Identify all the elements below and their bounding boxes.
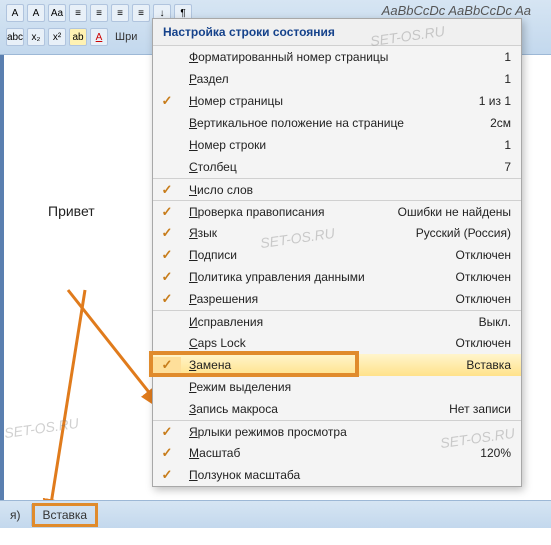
menu-item-label: Номер строки bbox=[181, 138, 504, 152]
checkmark-icon: ✓ bbox=[153, 93, 181, 109]
menu-item-value: 7 bbox=[504, 160, 521, 174]
checkmark-icon: ✓ bbox=[153, 225, 181, 241]
menu-item[interactable]: Форматированный номер страницы1 bbox=[153, 46, 521, 68]
grow-font-icon[interactable]: A bbox=[6, 4, 24, 22]
menu-item-label: Режим выделения bbox=[181, 380, 511, 394]
menu-item[interactable]: ✓ПодписиОтключен bbox=[153, 244, 521, 266]
menu-item-label: Разрешения bbox=[181, 292, 455, 306]
menu-item-value: Ошибки не найдены bbox=[398, 205, 521, 219]
menu-item-label: Вертикальное положение на странице bbox=[181, 116, 490, 130]
menu-item[interactable]: Столбец7 bbox=[153, 156, 521, 178]
document-text: Привет bbox=[48, 203, 95, 219]
checkmark-icon: ✓ bbox=[153, 204, 181, 220]
checkmark-icon: ✓ bbox=[153, 291, 181, 307]
menu-item-label: Раздел bbox=[181, 72, 504, 86]
menu-item[interactable]: ✓ЯзыкРусский (Россия) bbox=[153, 222, 521, 244]
checkmark-icon: ✓ bbox=[153, 357, 181, 373]
menu-item[interactable]: Вертикальное положение на странице2см bbox=[153, 112, 521, 134]
menu-item-value: 1 bbox=[504, 50, 521, 64]
statusbar-insert-mode[interactable]: Вставка bbox=[32, 503, 99, 527]
menu-item-value: Выкл. bbox=[479, 315, 521, 329]
clear-format-icon[interactable]: Aa bbox=[48, 4, 66, 22]
menu-item-value: 1 из 1 bbox=[479, 94, 521, 108]
menu-item-label: Запись макроса bbox=[181, 402, 449, 416]
menu-item[interactable]: ✓РазрешенияОтключен bbox=[153, 288, 521, 310]
menu-item-label: Номер страницы bbox=[181, 94, 479, 108]
menu-item-value: Нет записи bbox=[449, 402, 521, 416]
menu-item[interactable]: Запись макросаНет записи bbox=[153, 398, 521, 420]
checkmark-icon: ✓ bbox=[153, 269, 181, 285]
checkmark-icon: ✓ bbox=[153, 424, 181, 440]
menu-item-value: 2см bbox=[490, 116, 521, 130]
font-group-label: Шри bbox=[115, 31, 137, 43]
menu-item-label: Подписи bbox=[181, 248, 455, 262]
strike-icon[interactable]: abc bbox=[6, 28, 24, 46]
menu-title: Настройка строки состояния bbox=[153, 19, 521, 46]
menu-item-label: Caps Lock bbox=[181, 336, 455, 350]
menu-item-label: Масштаб bbox=[181, 446, 480, 460]
menu-item-value: Отключен bbox=[455, 270, 521, 284]
checkmark-icon: ✓ bbox=[153, 247, 181, 263]
menu-item[interactable]: Номер строки1 bbox=[153, 134, 521, 156]
menu-item[interactable]: ✓Масштаб120% bbox=[153, 442, 521, 464]
numbered-list-icon[interactable]: ≡ bbox=[90, 4, 108, 22]
menu-item-label: Столбец bbox=[181, 160, 504, 174]
menu-item-label: Замена bbox=[181, 358, 466, 372]
menu-item-label: Ярлыки режимов просмотра bbox=[181, 425, 511, 439]
menu-item-value: 1 bbox=[504, 138, 521, 152]
menu-item-value: Вставка bbox=[466, 358, 521, 372]
indent-icon[interactable]: ≡ bbox=[111, 4, 129, 22]
menu-item[interactable]: ✓Проверка правописанияОшибки не найдены bbox=[153, 200, 521, 222]
menu-item[interactable]: Режим выделения bbox=[153, 376, 521, 398]
font-color-icon[interactable]: A bbox=[90, 28, 108, 46]
checkmark-icon: ✓ bbox=[153, 182, 181, 198]
list-icon[interactable]: ≡ bbox=[69, 4, 87, 22]
menu-item-value: Отключен bbox=[455, 248, 521, 262]
menu-item-label: Число слов bbox=[181, 183, 511, 197]
checkmark-icon: ✓ bbox=[153, 467, 181, 483]
statusbar-lang-fragment[interactable]: я) bbox=[0, 504, 32, 526]
menu-item-label: Политика управления данными bbox=[181, 270, 455, 284]
menu-item[interactable]: ✓ЗаменаВставка bbox=[153, 354, 521, 376]
menu-item[interactable]: ✓Число слов bbox=[153, 178, 521, 200]
menu-item-value: Русский (Россия) bbox=[416, 226, 521, 240]
menu-item-label: Исправления bbox=[181, 315, 479, 329]
menu-item[interactable]: Caps LockОтключен bbox=[153, 332, 521, 354]
menu-item-value: 1 bbox=[504, 72, 521, 86]
menu-item-label: Форматированный номер страницы bbox=[181, 50, 504, 64]
menu-item-label: Язык bbox=[181, 226, 416, 240]
menu-item-label: Проверка правописания bbox=[181, 205, 398, 219]
status-bar: я) Вставка bbox=[0, 500, 551, 528]
outdent-icon[interactable]: ≡ bbox=[132, 4, 150, 22]
checkmark-icon: ✓ bbox=[153, 445, 181, 461]
menu-item-value: Отключен bbox=[455, 292, 521, 306]
sub-icon[interactable]: x₂ bbox=[27, 28, 45, 46]
statusbar-config-menu: Настройка строки состояния Форматированн… bbox=[152, 18, 522, 487]
page-edge bbox=[0, 55, 4, 500]
menu-item[interactable]: Раздел1 bbox=[153, 68, 521, 90]
menu-item-value: 120% bbox=[480, 446, 521, 460]
style-gallery[interactable]: AaBbCcDc AaBbCcDc Aa bbox=[382, 3, 531, 18]
menu-item-label: Ползунок масштаба bbox=[181, 468, 511, 482]
menu-item[interactable]: ✓Политика управления даннымиОтключен bbox=[153, 266, 521, 288]
menu-item-value: Отключен bbox=[455, 336, 521, 350]
sup-icon[interactable]: x² bbox=[48, 28, 66, 46]
menu-item[interactable]: ✓Номер страницы1 из 1 bbox=[153, 90, 521, 112]
menu-item[interactable]: ✓Ползунок масштаба bbox=[153, 464, 521, 486]
highlight-icon[interactable]: ab bbox=[69, 28, 87, 46]
menu-item[interactable]: ✓Ярлыки режимов просмотра bbox=[153, 420, 521, 442]
shrink-font-icon[interactable]: A bbox=[27, 4, 45, 22]
menu-item[interactable]: ИсправленияВыкл. bbox=[153, 310, 521, 332]
